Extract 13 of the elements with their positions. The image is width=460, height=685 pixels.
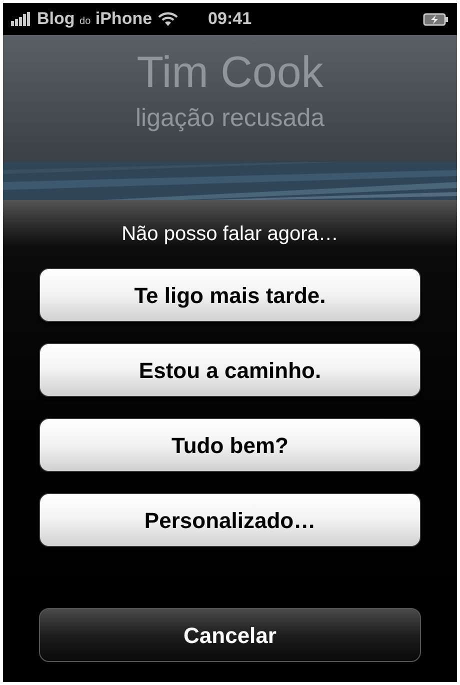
signal-icon — [11, 12, 33, 26]
reply-button[interactable]: Tudo bem? — [39, 418, 421, 472]
call-status: ligação recusada — [135, 103, 324, 134]
cancel-button[interactable]: Cancelar — [39, 608, 421, 662]
wifi-icon — [158, 12, 178, 26]
sheet-title: Não posso falar agora… — [122, 222, 338, 247]
reply-button[interactable]: Estou a caminho. — [39, 343, 421, 397]
battery-icon — [423, 12, 449, 26]
reply-button[interactable]: Personalizado… — [39, 493, 421, 547]
caller-name: Tim Cook — [136, 47, 324, 99]
reply-button[interactable]: Te ligo mais tarde. — [39, 268, 421, 322]
clock: 09:41 — [208, 8, 252, 30]
carrier-name: Blog do iPhone — [37, 8, 152, 30]
